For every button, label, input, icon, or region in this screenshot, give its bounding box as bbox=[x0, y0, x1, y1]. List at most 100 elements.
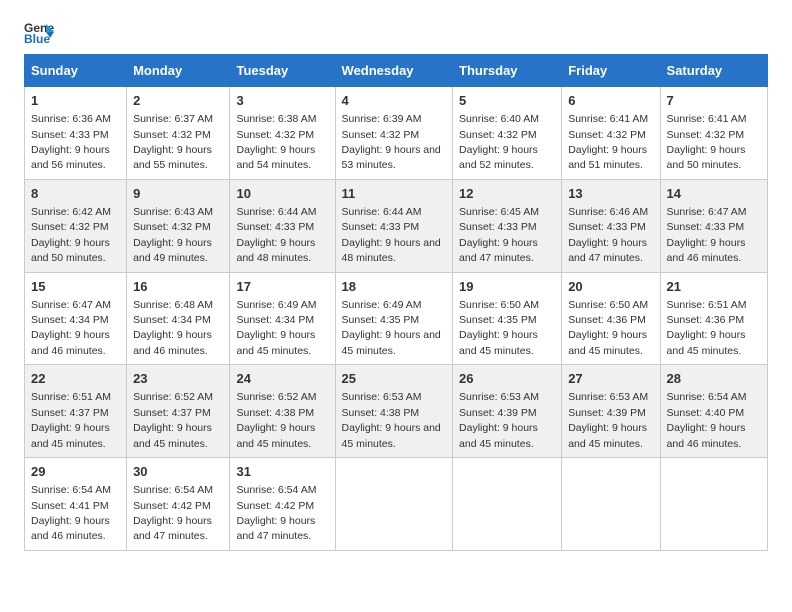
day-cell-8: 8 Sunrise: 6:42 AMSunset: 4:32 PMDaylight… bbox=[25, 179, 127, 272]
day-number: 15 bbox=[31, 278, 120, 296]
day-info: Sunrise: 6:37 AMSunset: 4:32 PMDaylight:… bbox=[133, 113, 213, 171]
calendar-table: SundayMondayTuesdayWednesdayThursdayFrid… bbox=[24, 54, 768, 551]
day-number: 5 bbox=[459, 92, 555, 110]
day-cell-23: 23 Sunrise: 6:52 AMSunset: 4:37 PMDayligh… bbox=[127, 365, 230, 458]
col-header-monday: Monday bbox=[127, 55, 230, 87]
day-info: Sunrise: 6:39 AMSunset: 4:32 PMDaylight:… bbox=[342, 113, 441, 171]
day-info: Sunrise: 6:54 AMSunset: 4:42 PMDaylight:… bbox=[133, 484, 213, 542]
day-info: Sunrise: 6:52 AMSunset: 4:38 PMDaylight:… bbox=[236, 391, 316, 449]
day-cell-17: 17 Sunrise: 6:49 AMSunset: 4:34 PMDayligh… bbox=[230, 272, 335, 365]
header: General Blue bbox=[24, 20, 768, 44]
day-number: 6 bbox=[568, 92, 653, 110]
week-row-5: 29Sunrise: 6:54 AMSunset: 4:41 PMDayligh… bbox=[25, 458, 768, 551]
day-number: 17 bbox=[236, 278, 328, 296]
day-cell-7: 7 Sunrise: 6:41 AMSunset: 4:32 PMDaylight… bbox=[660, 87, 767, 180]
day-number: 8 bbox=[31, 185, 120, 203]
day-number: 25 bbox=[342, 370, 446, 388]
day-number: 11 bbox=[342, 185, 446, 203]
day-info: Sunrise: 6:49 AMSunset: 4:34 PMDaylight:… bbox=[236, 299, 316, 357]
day-info: Sunrise: 6:38 AMSunset: 4:32 PMDaylight:… bbox=[236, 113, 316, 171]
day-cell-21: 21Sunrise: 6:51 AMSunset: 4:36 PMDayligh… bbox=[660, 272, 767, 365]
day-cell-5: 5 Sunrise: 6:40 AMSunset: 4:32 PMDaylight… bbox=[453, 87, 562, 180]
day-number: 21 bbox=[667, 278, 761, 296]
day-cell-25: 25 Sunrise: 6:53 AMSunset: 4:38 PMDayligh… bbox=[335, 365, 452, 458]
col-header-tuesday: Tuesday bbox=[230, 55, 335, 87]
day-number: 4 bbox=[342, 92, 446, 110]
day-number: 12 bbox=[459, 185, 555, 203]
day-info: Sunrise: 6:53 AMSunset: 4:39 PMDaylight:… bbox=[568, 391, 648, 449]
day-number: 22 bbox=[31, 370, 120, 388]
day-info: Sunrise: 6:50 AMSunset: 4:36 PMDaylight:… bbox=[568, 299, 648, 357]
day-number: 26 bbox=[459, 370, 555, 388]
day-cell-1: 1 Sunrise: 6:36 AMSunset: 4:33 PMDaylight… bbox=[25, 87, 127, 180]
day-info: Sunrise: 6:53 AMSunset: 4:38 PMDaylight:… bbox=[342, 391, 441, 449]
day-number: 19 bbox=[459, 278, 555, 296]
day-number: 18 bbox=[342, 278, 446, 296]
day-number: 1 bbox=[31, 92, 120, 110]
day-number: 13 bbox=[568, 185, 653, 203]
day-info: Sunrise: 6:43 AMSunset: 4:32 PMDaylight:… bbox=[133, 206, 213, 264]
col-header-friday: Friday bbox=[562, 55, 660, 87]
day-cell-16: 16 Sunrise: 6:48 AMSunset: 4:34 PMDayligh… bbox=[127, 272, 230, 365]
day-cell-12: 12 Sunrise: 6:45 AMSunset: 4:33 PMDayligh… bbox=[453, 179, 562, 272]
day-cell-28: 28Sunrise: 6:54 AMSunset: 4:40 PMDayligh… bbox=[660, 365, 767, 458]
day-info: Sunrise: 6:36 AMSunset: 4:33 PMDaylight:… bbox=[31, 113, 111, 171]
day-info: Sunrise: 6:52 AMSunset: 4:37 PMDaylight:… bbox=[133, 391, 213, 449]
day-cell-20: 20 Sunrise: 6:50 AMSunset: 4:36 PMDayligh… bbox=[562, 272, 660, 365]
svg-text:Blue: Blue bbox=[24, 32, 50, 44]
day-number: 3 bbox=[236, 92, 328, 110]
day-number: 20 bbox=[568, 278, 653, 296]
day-info: Sunrise: 6:51 AMSunset: 4:37 PMDaylight:… bbox=[31, 391, 111, 449]
day-cell-11: 11 Sunrise: 6:44 AMSunset: 4:33 PMDayligh… bbox=[335, 179, 452, 272]
day-cell-31: 31 Sunrise: 6:54 AMSunset: 4:42 PMDayligh… bbox=[230, 458, 335, 551]
col-header-thursday: Thursday bbox=[453, 55, 562, 87]
day-cell-22: 22 Sunrise: 6:51 AMSunset: 4:37 PMDayligh… bbox=[25, 365, 127, 458]
day-cell-19: 19 Sunrise: 6:50 AMSunset: 4:35 PMDayligh… bbox=[453, 272, 562, 365]
col-header-sunday: Sunday bbox=[25, 55, 127, 87]
day-number: 9 bbox=[133, 185, 223, 203]
day-number: 27 bbox=[568, 370, 653, 388]
day-number: 31 bbox=[236, 463, 328, 481]
day-cell-29: 29Sunrise: 6:54 AMSunset: 4:41 PMDayligh… bbox=[25, 458, 127, 551]
logo-icon: General Blue bbox=[24, 20, 54, 44]
day-info: Sunrise: 6:54 AMSunset: 4:40 PMDaylight:… bbox=[667, 391, 747, 449]
day-cell-4: 4 Sunrise: 6:39 AMSunset: 4:32 PMDaylight… bbox=[335, 87, 452, 180]
week-row-2: 8 Sunrise: 6:42 AMSunset: 4:32 PMDaylight… bbox=[25, 179, 768, 272]
day-cell-27: 27 Sunrise: 6:53 AMSunset: 4:39 PMDayligh… bbox=[562, 365, 660, 458]
day-cell-10: 10 Sunrise: 6:44 AMSunset: 4:33 PMDayligh… bbox=[230, 179, 335, 272]
day-cell-30: 30Sunrise: 6:54 AMSunset: 4:42 PMDayligh… bbox=[127, 458, 230, 551]
day-info: Sunrise: 6:44 AMSunset: 4:33 PMDaylight:… bbox=[236, 206, 316, 264]
day-info: Sunrise: 6:40 AMSunset: 4:32 PMDaylight:… bbox=[459, 113, 539, 171]
empty-cell bbox=[562, 458, 660, 551]
day-info: Sunrise: 6:46 AMSunset: 4:33 PMDaylight:… bbox=[568, 206, 648, 264]
week-row-4: 22 Sunrise: 6:51 AMSunset: 4:37 PMDayligh… bbox=[25, 365, 768, 458]
header-row: SundayMondayTuesdayWednesdayThursdayFrid… bbox=[25, 55, 768, 87]
day-info: Sunrise: 6:48 AMSunset: 4:34 PMDaylight:… bbox=[133, 299, 213, 357]
empty-cell bbox=[453, 458, 562, 551]
day-cell-18: 18 Sunrise: 6:49 AMSunset: 4:35 PMDayligh… bbox=[335, 272, 452, 365]
day-info: Sunrise: 6:50 AMSunset: 4:35 PMDaylight:… bbox=[459, 299, 539, 357]
day-cell-24: 24 Sunrise: 6:52 AMSunset: 4:38 PMDayligh… bbox=[230, 365, 335, 458]
day-number: 23 bbox=[133, 370, 223, 388]
day-cell-14: 14Sunrise: 6:47 AMSunset: 4:33 PMDayligh… bbox=[660, 179, 767, 272]
empty-cell bbox=[660, 458, 767, 551]
day-cell-3: 3 Sunrise: 6:38 AMSunset: 4:32 PMDaylight… bbox=[230, 87, 335, 180]
day-cell-13: 13 Sunrise: 6:46 AMSunset: 4:33 PMDayligh… bbox=[562, 179, 660, 272]
day-number: 24 bbox=[236, 370, 328, 388]
day-info: Sunrise: 6:45 AMSunset: 4:33 PMDaylight:… bbox=[459, 206, 539, 264]
day-info: Sunrise: 6:41 AMSunset: 4:32 PMDaylight:… bbox=[568, 113, 648, 171]
day-info: Sunrise: 6:49 AMSunset: 4:35 PMDaylight:… bbox=[342, 299, 441, 357]
col-header-wednesday: Wednesday bbox=[335, 55, 452, 87]
day-cell-15: 15Sunrise: 6:47 AMSunset: 4:34 PMDayligh… bbox=[25, 272, 127, 365]
day-info: Sunrise: 6:44 AMSunset: 4:33 PMDaylight:… bbox=[342, 206, 441, 264]
day-cell-6: 6 Sunrise: 6:41 AMSunset: 4:32 PMDaylight… bbox=[562, 87, 660, 180]
day-number: 16 bbox=[133, 278, 223, 296]
day-info: Sunrise: 6:42 AMSunset: 4:32 PMDaylight:… bbox=[31, 206, 111, 264]
day-info: Sunrise: 6:54 AMSunset: 4:42 PMDaylight:… bbox=[236, 484, 316, 542]
day-info: Sunrise: 6:54 AMSunset: 4:41 PMDaylight:… bbox=[31, 484, 111, 542]
week-row-3: 15Sunrise: 6:47 AMSunset: 4:34 PMDayligh… bbox=[25, 272, 768, 365]
day-number: 10 bbox=[236, 185, 328, 203]
day-number: 14 bbox=[667, 185, 761, 203]
day-info: Sunrise: 6:41 AMSunset: 4:32 PMDaylight:… bbox=[667, 113, 747, 171]
day-number: 7 bbox=[667, 92, 761, 110]
